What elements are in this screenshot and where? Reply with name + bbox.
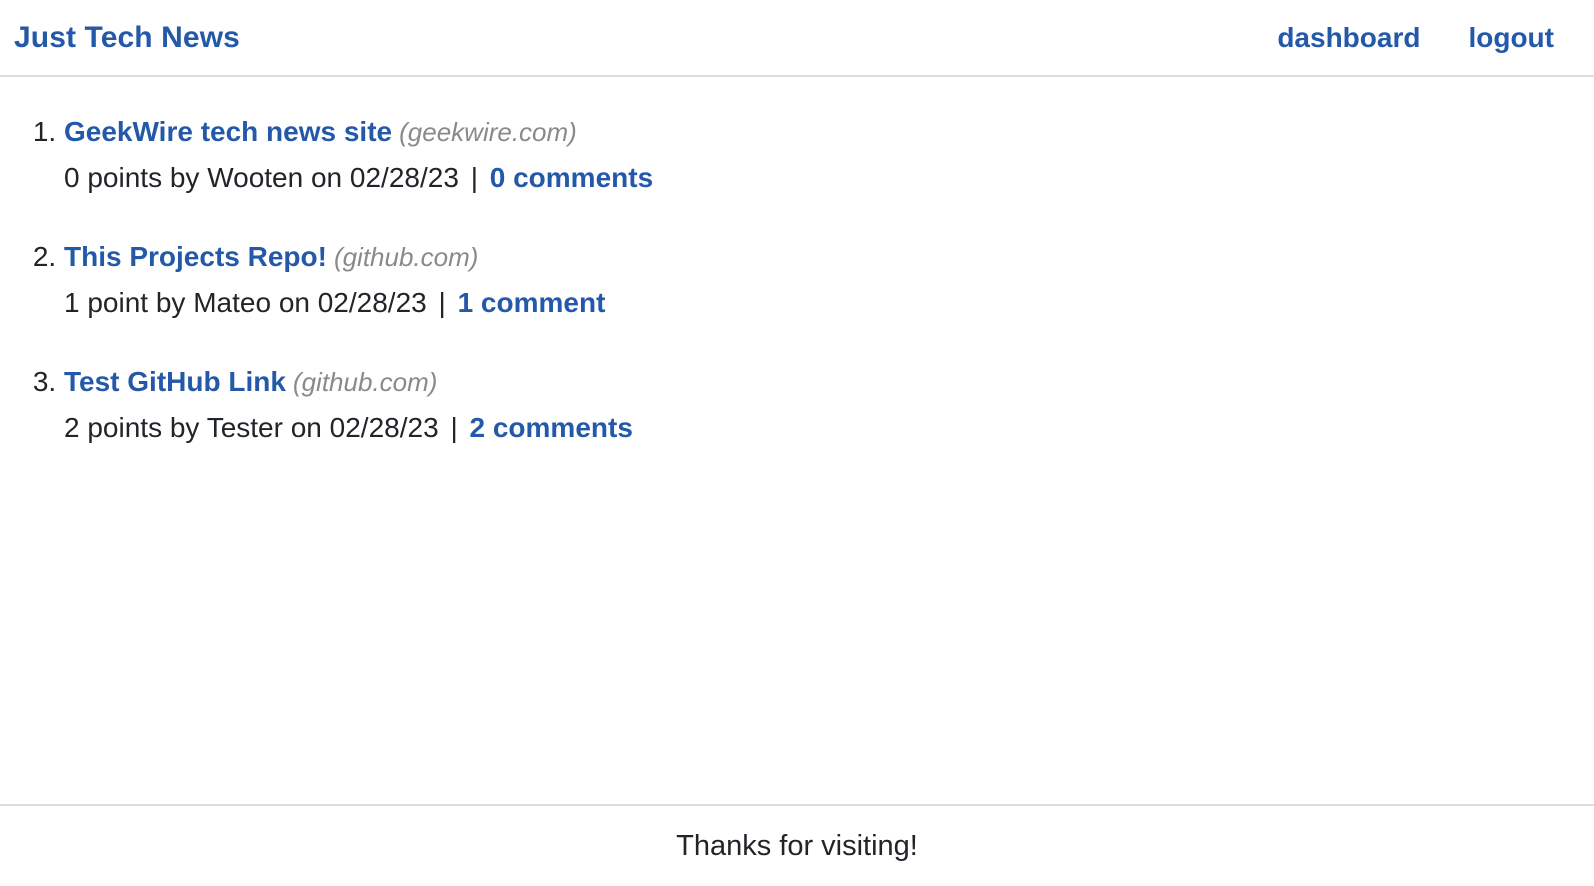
main-content: GeekWire tech news site(geekwire.com) 0 …: [0, 77, 1594, 804]
meta-separator: |: [450, 412, 458, 444]
post-date: on 02/28/23: [290, 412, 439, 444]
nav-link-logout[interactable]: logout: [1468, 23, 1554, 52]
post-domain: (geekwire.com): [399, 117, 577, 147]
post-author: by Tester: [169, 412, 283, 444]
post-comments-link[interactable]: 1 comment: [458, 287, 606, 318]
site-brand-link[interactable]: Just Tech News: [14, 22, 240, 53]
post-headline: Test GitHub Link(github.com): [64, 365, 1594, 398]
post-author: by Mateo: [155, 287, 272, 319]
post-points: 0 points: [64, 162, 163, 194]
post-title-link[interactable]: GeekWire tech news site: [64, 116, 392, 147]
post-list: GeekWire tech news site(geekwire.com) 0 …: [0, 77, 1594, 444]
nav-link-dashboard[interactable]: dashboard: [1277, 23, 1420, 52]
post-comments-link[interactable]: 0 comments: [490, 162, 653, 193]
post-title-link[interactable]: Test GitHub Link: [64, 366, 286, 397]
post-points: 2 points: [64, 412, 163, 444]
post-title-link[interactable]: This Projects Repo!: [64, 241, 327, 272]
post-domain: (github.com): [333, 242, 479, 273]
site-header: Just Tech News dashboard logout: [0, 0, 1594, 77]
meta-separator: |: [438, 287, 446, 319]
meta-separator: |: [470, 162, 478, 194]
list-item: This Projects Repo!(github.com) 1 point …: [64, 240, 1594, 319]
post-date: on 02/28/23: [278, 287, 427, 319]
post-headline: This Projects Repo!(github.com): [64, 240, 1594, 273]
post-headline: GeekWire tech news site(geekwire.com): [64, 115, 1594, 148]
post-author: by Wooten: [169, 162, 304, 194]
post-domain: (github.com): [292, 367, 438, 398]
post-meta: 2 points by Tester on 02/28/23 | 2 comme…: [64, 411, 1594, 444]
post-meta: 0 points by Wooten on 02/28/23 | 0 comme…: [64, 161, 1594, 194]
header-nav: dashboard logout: [1277, 23, 1554, 52]
footer-text: Thanks for visiting!: [676, 829, 918, 862]
post-date: on 02/28/23: [310, 162, 459, 194]
post-comments-link[interactable]: 2 comments: [470, 412, 633, 443]
list-item: GeekWire tech news site(geekwire.com) 0 …: [64, 115, 1594, 194]
post-points: 1 point: [64, 287, 149, 319]
list-item: Test GitHub Link(github.com) 2 points by…: [64, 365, 1594, 444]
site-footer: Thanks for visiting!: [0, 804, 1594, 886]
post-meta: 1 point by Mateo on 02/28/23 | 1 comment: [64, 286, 1594, 319]
